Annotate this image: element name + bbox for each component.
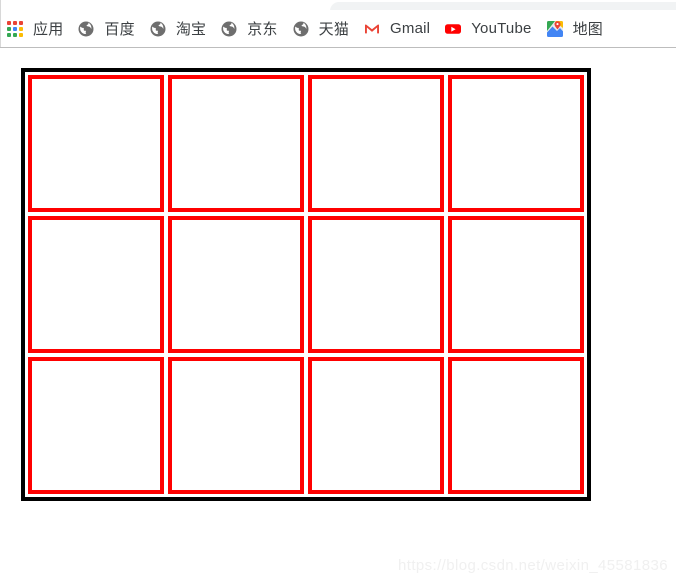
globe-icon (77, 20, 95, 38)
bookmark-youtube-label: YouTube (471, 20, 532, 37)
bookmarks-bar-left-edge (0, 10, 1, 47)
bookmark-apps-label: 应用 (33, 21, 64, 38)
bookmark-tmall[interactable]: 天猫 (286, 15, 355, 43)
grid-table (21, 68, 591, 501)
bookmark-baidu[interactable]: 百度 (71, 15, 140, 43)
table-cell[interactable] (28, 75, 164, 212)
bookmark-gmail[interactable]: Gmail (357, 15, 436, 43)
bookmark-maps-label: 地图 (572, 21, 603, 38)
bookmark-youtube[interactable]: YouTube (438, 15, 537, 43)
table-cell[interactable] (28, 216, 164, 353)
globe-icon (292, 20, 310, 38)
table-cell[interactable] (168, 75, 304, 212)
window-left-edge (0, 0, 1, 10)
table-cell[interactable] (308, 75, 444, 212)
bookmark-tmall-label: 天猫 (318, 21, 350, 38)
table-cell[interactable] (448, 216, 584, 353)
globe-icon (149, 20, 167, 38)
bookmark-jd-label: 京东 (247, 21, 278, 38)
table-cell[interactable] (308, 216, 444, 353)
browser-tab[interactable] (330, 2, 676, 10)
gmail-icon (363, 20, 381, 38)
page-viewport: https://blog.csdn.net/weixin_45581836 (0, 49, 676, 584)
bookmark-taobao[interactable]: 淘宝 (143, 15, 212, 43)
apps-grid-icon (6, 20, 24, 38)
bookmarks-bar: 应用 百度 淘宝 京东 天猫 Gmail YouTube 地图 (0, 10, 676, 48)
table-cell[interactable] (168, 357, 304, 494)
browser-tab-strip (0, 0, 676, 10)
watermark-text: https://blog.csdn.net/weixin_45581836 (398, 557, 668, 574)
table-cell[interactable] (308, 357, 444, 494)
youtube-icon (444, 20, 462, 38)
maps-icon (546, 20, 564, 38)
grid-table-body (25, 72, 587, 497)
globe-icon (220, 20, 238, 38)
table-cell[interactable] (28, 357, 164, 494)
table-cell[interactable] (448, 357, 584, 494)
table-cell[interactable] (168, 216, 304, 353)
bookmark-apps[interactable]: 应用 (0, 15, 69, 43)
bookmark-maps[interactable]: 地图 (540, 15, 609, 43)
bookmark-taobao-label: 淘宝 (175, 21, 207, 38)
bookmark-gmail-label: Gmail (390, 20, 431, 37)
bookmark-baidu-label: 百度 (104, 21, 135, 38)
table-cell[interactable] (448, 75, 584, 212)
bookmark-jd[interactable]: 京东 (214, 15, 283, 43)
